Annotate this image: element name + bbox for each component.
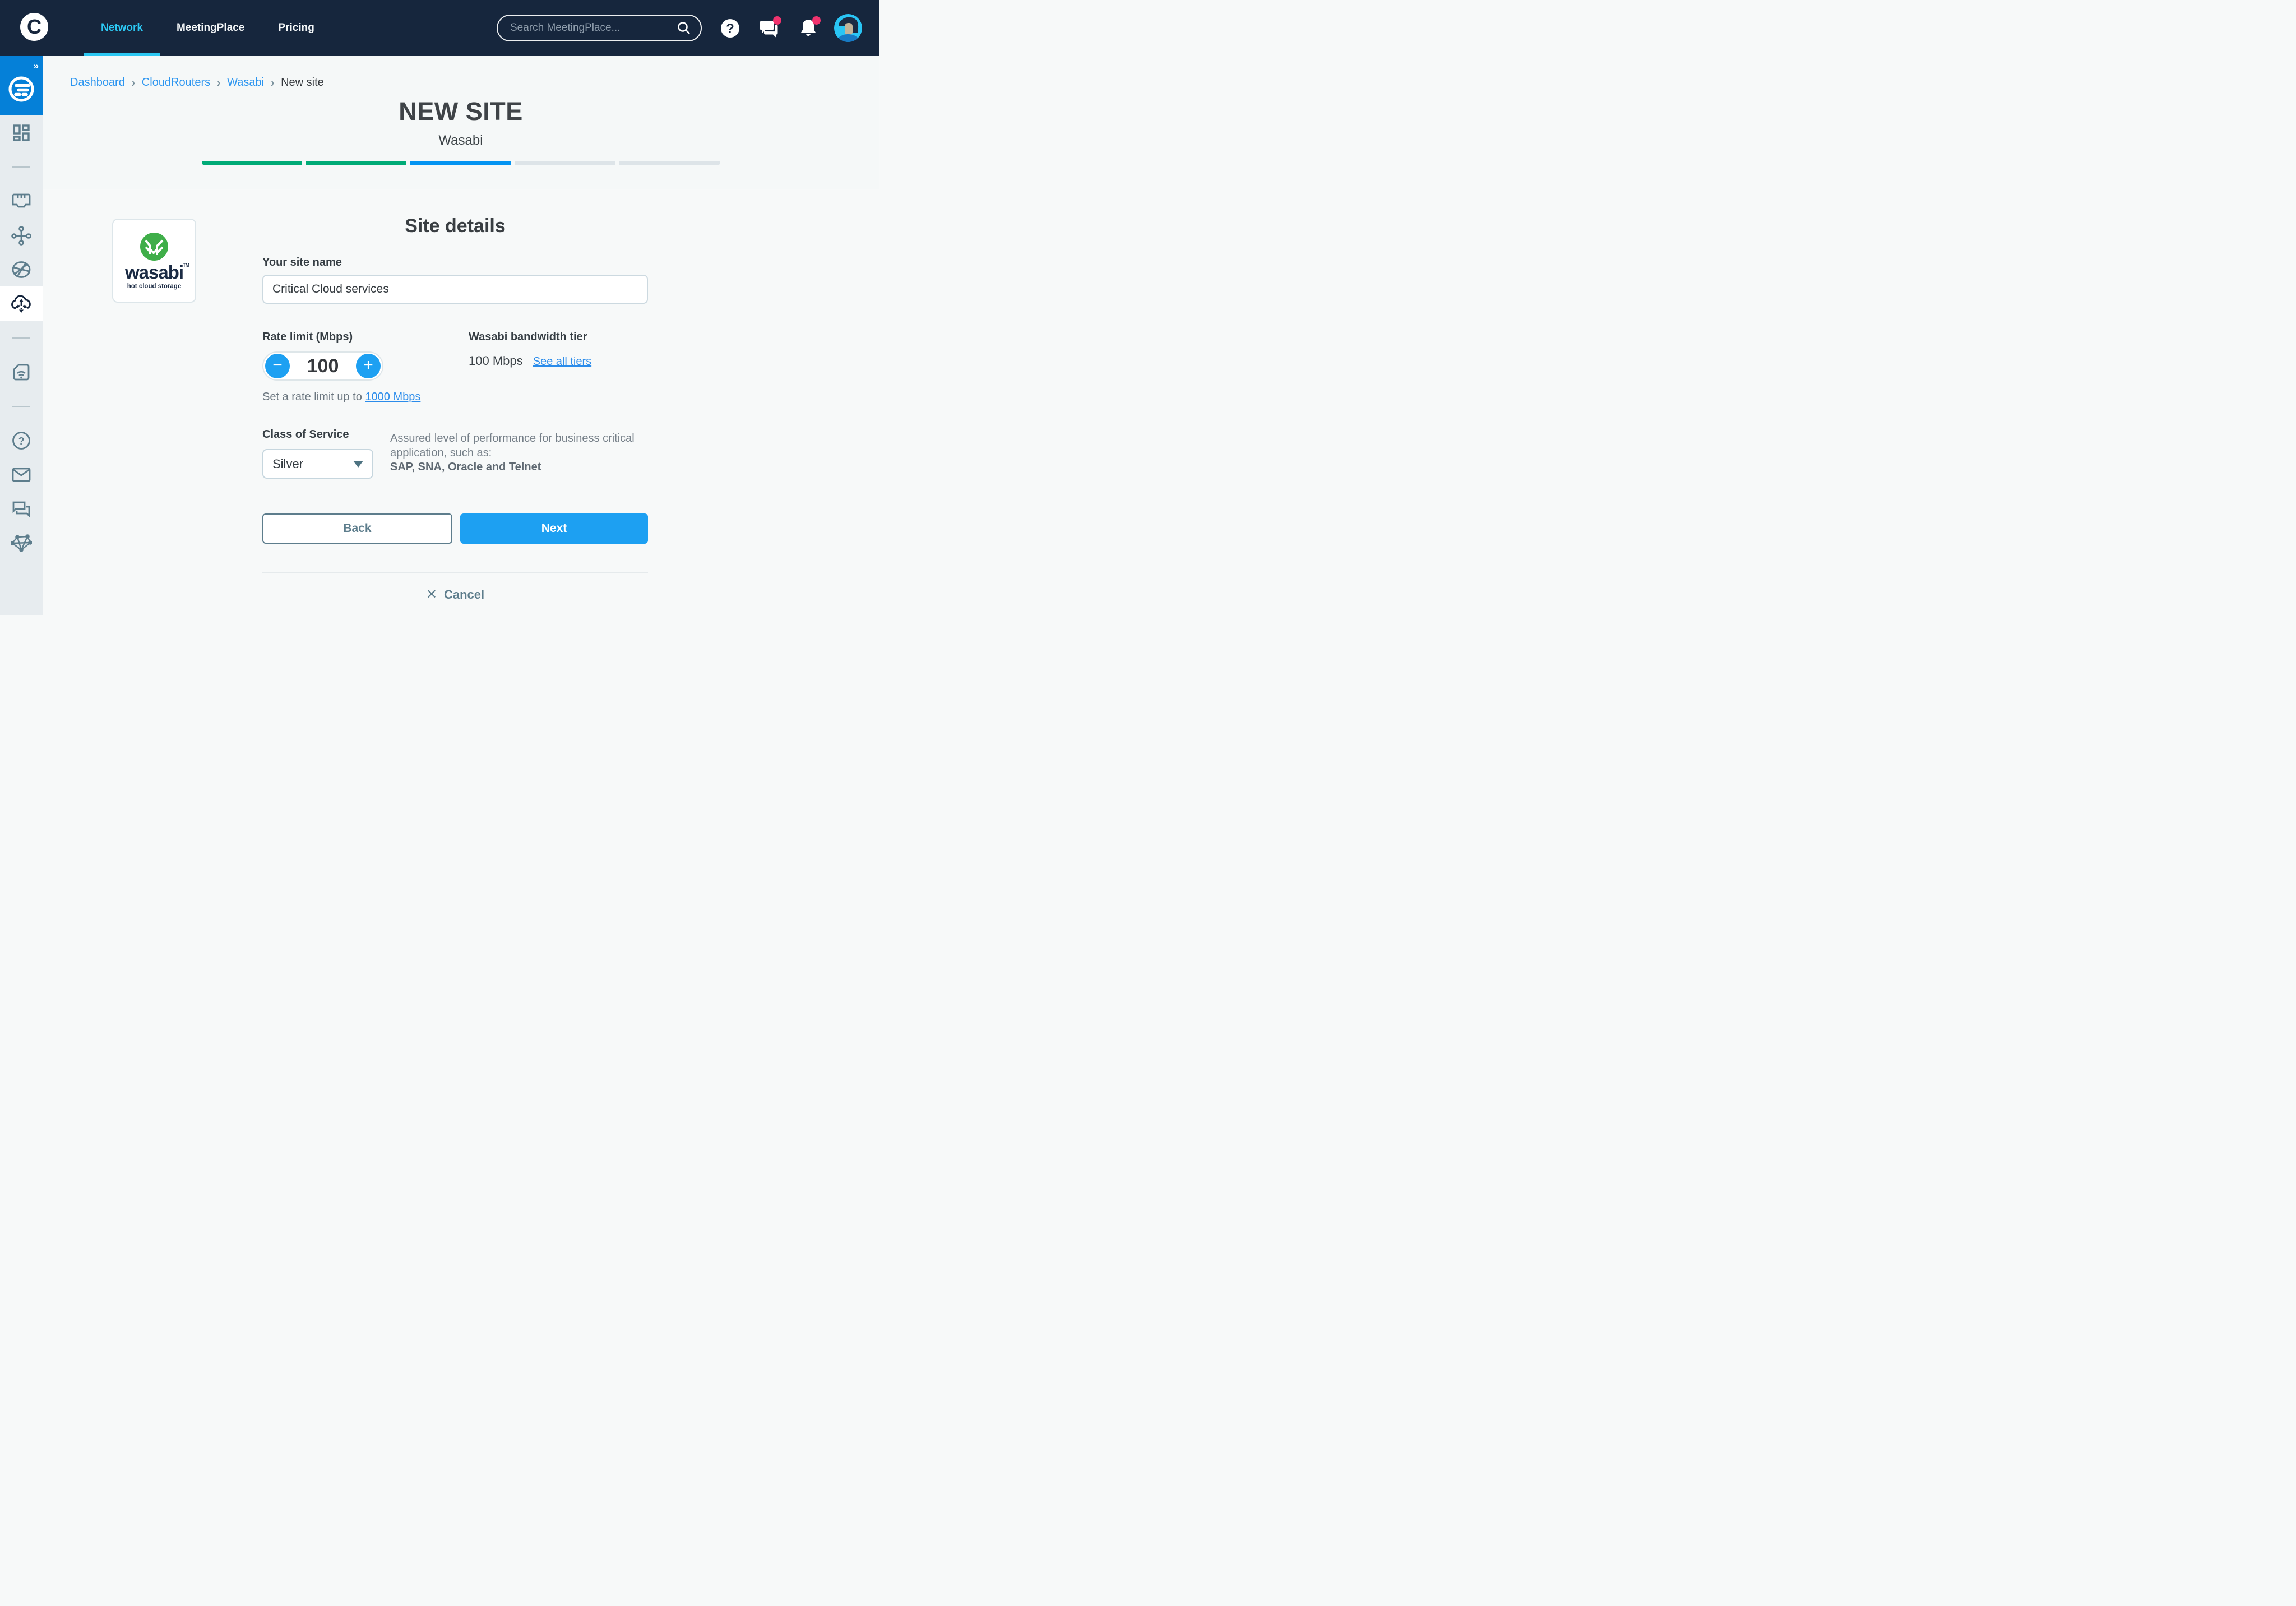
wasabi-tagline: hot cloud storage [127, 283, 181, 290]
breadcrumb-current: New site [281, 76, 324, 89]
progress-segment-green [202, 161, 302, 165]
search-icon[interactable] [676, 20, 692, 36]
chevron-right-icon: › [217, 75, 220, 90]
breadcrumb-cloudrouters[interactable]: CloudRouters [142, 76, 210, 89]
mail-icon [11, 466, 31, 483]
class-of-service-examples: SAP, SNA, Oracle and Telnet [390, 461, 541, 473]
decrease-rate-button[interactable]: − [265, 354, 290, 378]
progress-segment-blue [410, 161, 511, 165]
site-details-form: Site details Your site name Rate limit (… [262, 189, 648, 619]
form-section: wasabiTM hot cloud storage Site details … [43, 189, 879, 619]
breadcrumb-dashboard[interactable]: Dashboard [70, 76, 125, 89]
class-of-service-select[interactable]: Silver [262, 449, 373, 479]
help-icon[interactable]: ? [719, 16, 741, 40]
left-sidebar: » [0, 56, 43, 615]
next-button[interactable]: Next [460, 513, 648, 544]
sidebar-item-cloudrouters[interactable] [0, 286, 43, 321]
chevron-right-icon: › [132, 75, 135, 90]
sidebar-divider [0, 321, 43, 355]
top-navigation-bar: C Network MeetingPlace Pricing ? [0, 0, 879, 56]
ethernet-port-icon [11, 192, 31, 210]
progress-segment-grey [515, 161, 615, 165]
mesh-network-icon [11, 534, 32, 552]
svg-text:?: ? [18, 436, 25, 447]
cancel-label: Cancel [444, 587, 484, 602]
sim-wifi-icon [12, 363, 31, 382]
form-actions: Back Next [262, 513, 648, 544]
svg-text:?: ? [726, 21, 734, 36]
sidebar-item-mail[interactable] [0, 457, 43, 492]
sidebar-item-topology[interactable] [0, 218, 43, 252]
chat-icon[interactable] [758, 16, 780, 40]
page-subtitle: Wasabi [43, 133, 879, 149]
wasabi-logo-icon [140, 233, 168, 261]
progress-bar [202, 161, 720, 165]
cancel-button[interactable]: ✕ Cancel [262, 586, 648, 603]
sidebar-divider [0, 150, 43, 184]
progress-segment-grey [619, 161, 720, 165]
sidebar-item-iot-sim[interactable] [0, 355, 43, 389]
dashboard-grid-icon [12, 123, 31, 142]
cloudrouter-icon [10, 294, 33, 314]
breadcrumb: Dashboard › CloudRouters › Wasabi › New … [70, 76, 879, 89]
max-rate-link[interactable]: 1000 Mbps [365, 391, 420, 403]
bell-notification-badge [812, 16, 821, 25]
sidebar-item-mesh[interactable] [0, 526, 43, 560]
sidebar-logo-tile[interactable]: » [0, 56, 43, 115]
site-name-label: Your site name [262, 256, 648, 269]
bandwidth-tier-label: Wasabi bandwidth tier [469, 331, 591, 344]
rate-limit-row: Rate limit (Mbps) − 100 + Set a rate lim… [262, 331, 648, 404]
back-button[interactable]: Back [262, 513, 452, 544]
tab-meetingplace[interactable]: MeetingPlace [160, 0, 261, 56]
increase-rate-button[interactable]: + [356, 354, 381, 378]
breadcrumb-wasabi[interactable]: Wasabi [227, 76, 264, 89]
wasabi-wordmark: wasabiTM [125, 263, 183, 281]
rate-limit-value: 100 [307, 355, 339, 377]
section-title: Site details [262, 189, 648, 237]
main-content: Dashboard › CloudRouters › Wasabi › New … [43, 56, 879, 619]
brand-logo[interactable]: C [17, 11, 52, 45]
sidebar-item-chat[interactable] [0, 492, 43, 526]
search-box[interactable] [497, 15, 702, 41]
bell-icon[interactable] [797, 16, 820, 40]
site-name-input[interactable] [262, 275, 648, 304]
expand-sidebar-icon[interactable]: » [34, 61, 38, 72]
globe-icon [11, 260, 32, 279]
close-icon: ✕ [426, 586, 437, 603]
trademark-symbol: TM [183, 263, 189, 268]
console-logo-icon [7, 75, 35, 103]
class-of-service-value: Silver [272, 457, 303, 471]
page-title: NEW SITE [43, 97, 879, 126]
sidebar-item-ports[interactable] [0, 184, 43, 218]
class-of-service-label: Class of Service [262, 428, 390, 441]
page-header: Dashboard › CloudRouters › Wasabi › New … [43, 56, 879, 189]
bandwidth-tier-value: 100 Mbps [469, 354, 523, 368]
search-input[interactable] [510, 22, 676, 34]
chevron-right-icon: › [271, 75, 274, 90]
bandwidth-tier-block: Wasabi bandwidth tier 100 Mbps See all t… [469, 331, 591, 404]
class-of-service-description: Assured level of performance for busines… [390, 432, 648, 479]
chevron-down-icon [353, 461, 363, 468]
chat-bubbles-icon [11, 500, 31, 518]
topology-icon [11, 225, 31, 246]
svg-text:C: C [27, 15, 41, 38]
chat-notification-badge [773, 16, 781, 25]
sidebar-item-help[interactable]: ? [0, 423, 43, 457]
user-avatar[interactable] [834, 14, 862, 42]
progress-segment-green [306, 161, 406, 165]
sidebar-item-internet[interactable] [0, 252, 43, 286]
help-circle-icon: ? [11, 431, 31, 451]
sidebar-divider [0, 389, 43, 423]
wasabi-vendor-card: wasabiTM hot cloud storage [112, 219, 196, 303]
tab-pricing[interactable]: Pricing [261, 0, 331, 56]
class-of-service-row: Class of Service Silver Assured level of… [262, 428, 648, 479]
rate-limit-hint: Set a rate limit up to 1000 Mbps [262, 391, 469, 404]
primary-tabs: Network MeetingPlace Pricing [84, 0, 331, 56]
divider [262, 572, 648, 573]
tab-network[interactable]: Network [84, 0, 160, 56]
sidebar-item-dashboard[interactable] [0, 115, 43, 150]
rate-limit-label: Rate limit (Mbps) [262, 331, 469, 344]
see-all-tiers-link[interactable]: See all tiers [533, 355, 592, 368]
rate-limit-stepper: − 100 + [262, 351, 383, 381]
